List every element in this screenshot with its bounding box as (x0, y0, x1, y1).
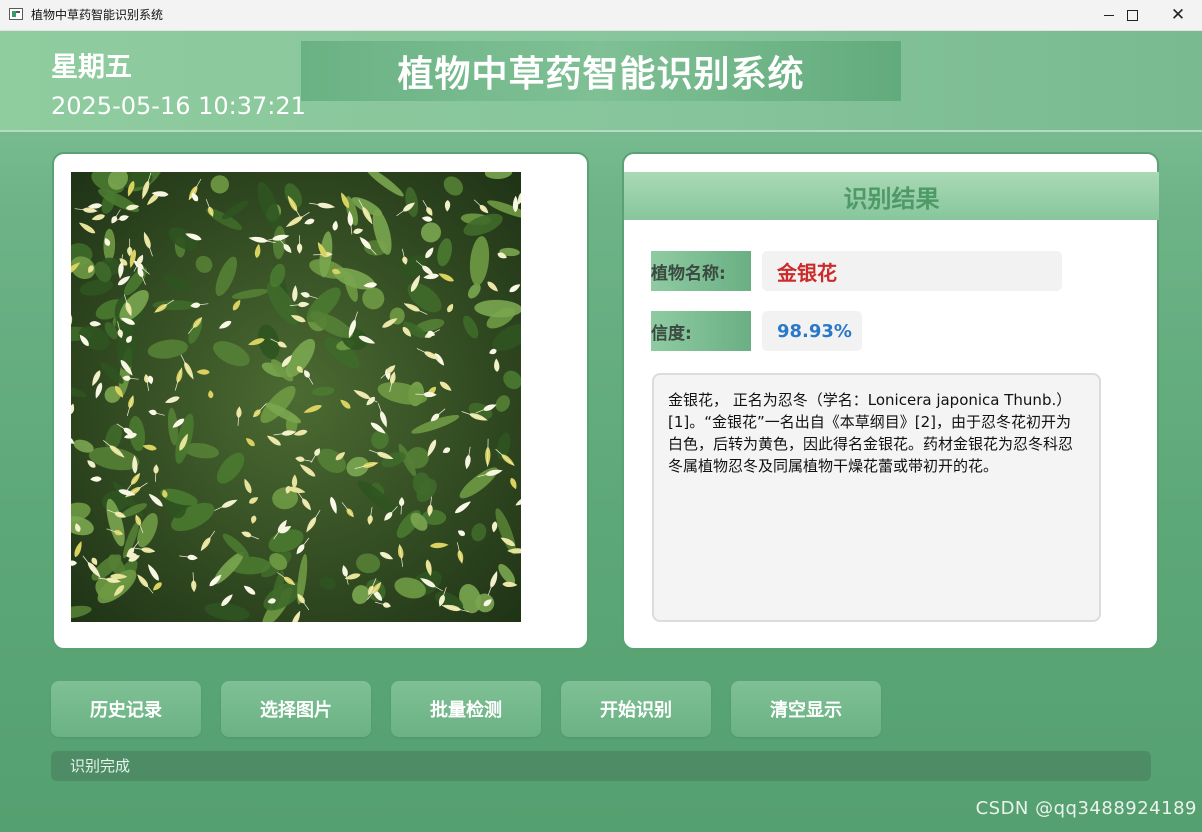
honeysuckle-photo (71, 172, 521, 622)
window-title: 植物中草药智能识别系统 (31, 8, 164, 22)
maximize-icon (1126, 10, 1138, 21)
app-icon (9, 8, 23, 20)
result-title: 识别结果 (843, 184, 940, 213)
close-icon: ✕ (1170, 5, 1186, 25)
title-bar: 植物中草药智能识别系统 ✕ (0, 0, 1202, 31)
close-button[interactable]: ✕ (1155, 0, 1201, 31)
app-title: 植物中草药智能识别系统 (397, 54, 805, 95)
result-panel: 识别结果 植物名称: 金银花 置信度: 98.93% 金银花， 正名为忍冬（学名… (622, 152, 1159, 650)
confidence-label-text: 置信度: (651, 323, 692, 344)
confidence-label: 置信度: (651, 311, 751, 351)
weekday-label: 星期五 (51, 52, 132, 83)
plant-image (71, 172, 521, 622)
main-area: 星期五 2025-05-16 10:37:21 植物中草药智能识别系统 识别结果… (0, 31, 1202, 832)
status-bar: 识别完成 (51, 751, 1151, 781)
start-recognition-button[interactable]: 开始识别 (561, 681, 711, 737)
result-header: 识别结果 (624, 172, 1159, 220)
plant-name-label: 植物名称: (651, 251, 751, 291)
maximize-button[interactable] (1109, 0, 1155, 31)
select-image-button[interactable]: 选择图片 (221, 681, 371, 737)
header-band: 星期五 2025-05-16 10:37:21 植物中草药智能识别系统 (0, 31, 1202, 132)
description-text[interactable]: 金银花， 正名为忍冬（学名：Lonicera japonica Thunb.）[… (652, 373, 1101, 622)
watermark: CSDN @qq3488924189 (975, 798, 1197, 819)
history-button[interactable]: 历史记录 (51, 681, 201, 737)
confidence-value: 98.93% (762, 311, 862, 351)
datetime-label: 2025-05-16 10:37:21 (51, 92, 306, 120)
clear-display-button[interactable]: 清空显示 (731, 681, 881, 737)
app-title-banner: 植物中草药智能识别系统 (301, 41, 901, 101)
image-panel (52, 152, 589, 650)
plant-name-value: 金银花 (762, 251, 1062, 291)
batch-detect-button[interactable]: 批量检测 (391, 681, 541, 737)
